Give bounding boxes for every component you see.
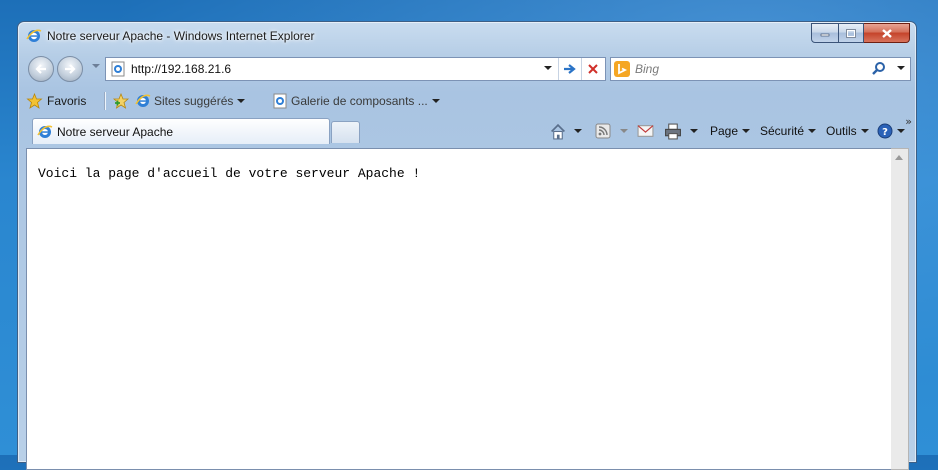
suggested-sites-label: Sites suggérés bbox=[154, 94, 234, 108]
print-icon bbox=[665, 123, 681, 139]
home-icon bbox=[551, 123, 565, 139]
forward-button[interactable] bbox=[57, 56, 83, 82]
print-dropdown bbox=[690, 129, 698, 133]
add-favorite-icon bbox=[112, 93, 130, 109]
more-commands-chevron[interactable]: » bbox=[905, 115, 912, 128]
page-icon bbox=[111, 61, 125, 77]
add-to-favorites-bar-button[interactable] bbox=[112, 88, 130, 114]
read-mail-button[interactable] bbox=[637, 120, 654, 142]
tab-notre-serveur-apache[interactable]: Notre serveur Apache bbox=[32, 118, 330, 144]
favorites-separator bbox=[104, 92, 105, 110]
favorites-star-icon bbox=[26, 93, 43, 109]
ie-icon bbox=[26, 29, 42, 42]
search-providers-dropdown[interactable] bbox=[897, 66, 905, 70]
ie-icon bbox=[135, 94, 151, 107]
favorites-bar: Favoris Sites suggérés Galerie de compos… bbox=[26, 88, 908, 114]
page-menu[interactable]: Page bbox=[710, 120, 751, 142]
feeds-dropdown bbox=[620, 129, 628, 133]
search-icon[interactable] bbox=[871, 61, 887, 77]
go-arrow-icon bbox=[564, 64, 576, 74]
security-menu[interactable]: Sécurité bbox=[760, 120, 817, 142]
tab-label: Notre serveur Apache bbox=[57, 124, 174, 139]
page-body-text: Voici la page d'accueil de votre serveur… bbox=[38, 166, 421, 181]
maximize-button[interactable] bbox=[839, 23, 864, 43]
navigation-bar: http://192.168.21.6 Bing bbox=[18, 51, 916, 85]
close-icon bbox=[881, 28, 892, 38]
help-dropdown bbox=[897, 129, 905, 133]
recent-pages-dropdown[interactable] bbox=[92, 64, 100, 68]
go-button[interactable] bbox=[558, 58, 581, 80]
favorites-button[interactable]: Favoris bbox=[26, 88, 86, 114]
mail-icon bbox=[637, 125, 654, 137]
component-gallery-button[interactable]: Galerie de composants ... bbox=[272, 88, 440, 114]
print-button[interactable] bbox=[664, 120, 698, 142]
suggested-sites-dropdown bbox=[237, 99, 246, 103]
search-placeholder: Bing bbox=[635, 62, 660, 76]
help-icon: ? bbox=[877, 123, 893, 139]
maximize-icon bbox=[846, 28, 856, 38]
page-menu-label: Page bbox=[710, 124, 739, 138]
security-menu-caret bbox=[808, 129, 817, 133]
browser-window: Notre serveur Apache - Windows Internet … bbox=[17, 21, 917, 470]
help-button[interactable]: ? bbox=[877, 120, 905, 142]
page-menu-caret bbox=[742, 129, 751, 133]
vertical-scrollbar[interactable] bbox=[891, 148, 909, 470]
minimize-button[interactable] bbox=[811, 23, 839, 43]
address-bar[interactable]: http://192.168.21.6 bbox=[105, 57, 606, 81]
new-tab-button[interactable] bbox=[331, 121, 360, 143]
tools-menu[interactable]: Outils bbox=[826, 120, 869, 142]
feeds-button[interactable] bbox=[595, 120, 628, 142]
back-button[interactable] bbox=[28, 56, 54, 82]
security-menu-label: Sécurité bbox=[760, 124, 805, 138]
window-title: Notre serveur Apache - Windows Internet … bbox=[47, 29, 315, 43]
rss-feed-icon bbox=[595, 123, 611, 139]
component-gallery-label: Galerie de composants ... bbox=[291, 94, 428, 108]
caption-buttons bbox=[811, 23, 910, 43]
home-button[interactable] bbox=[549, 120, 582, 142]
address-dropdown[interactable] bbox=[544, 66, 552, 70]
stop-icon bbox=[588, 64, 598, 74]
back-arrow-icon bbox=[35, 64, 46, 74]
bing-icon bbox=[614, 61, 630, 77]
tools-menu-label: Outils bbox=[826, 124, 857, 138]
search-box[interactable]: Bing bbox=[610, 57, 911, 81]
svg-text:?: ? bbox=[882, 127, 888, 138]
suggested-sites-button[interactable]: Sites suggérés bbox=[135, 88, 246, 114]
tab-and-command-bar: Notre serveur Apache Page Sécurité Outil… bbox=[26, 115, 912, 145]
forward-arrow-icon bbox=[65, 64, 76, 74]
page-icon bbox=[273, 93, 287, 109]
title-bar[interactable]: Notre serveur Apache - Windows Internet … bbox=[18, 22, 916, 49]
scroll-up-arrow[interactable] bbox=[895, 155, 903, 160]
close-button[interactable] bbox=[864, 23, 910, 43]
minimize-icon bbox=[820, 33, 830, 37]
home-dropdown bbox=[574, 129, 582, 133]
tools-menu-caret bbox=[860, 129, 869, 133]
ie-icon bbox=[37, 125, 53, 138]
page-content: Voici la page d'accueil de votre serveur… bbox=[26, 148, 892, 470]
stop-button[interactable] bbox=[581, 58, 604, 80]
component-gallery-dropdown bbox=[431, 99, 440, 103]
address-text: http://192.168.21.6 bbox=[131, 62, 232, 76]
favorites-label: Favoris bbox=[47, 94, 87, 108]
